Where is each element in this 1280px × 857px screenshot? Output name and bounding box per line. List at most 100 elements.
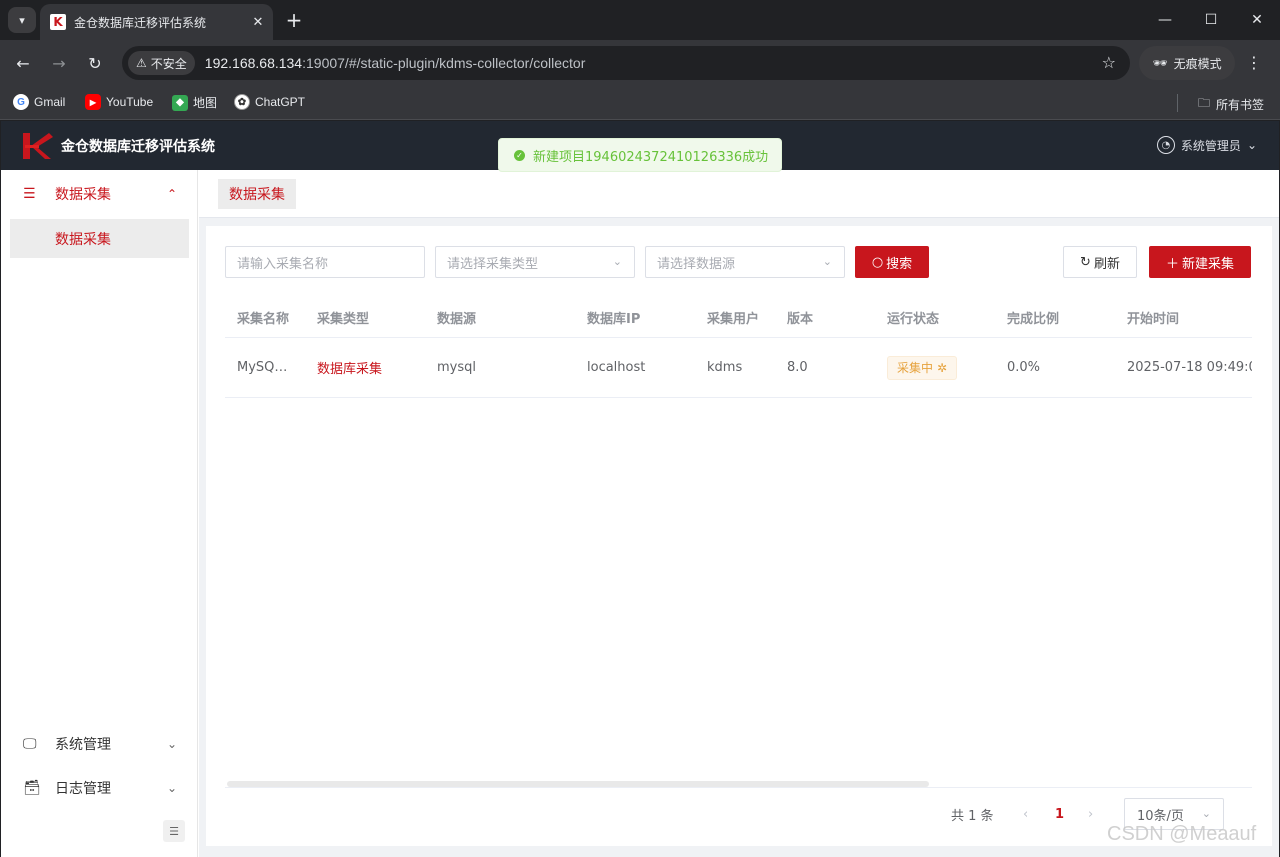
table-header: 采集名称 采集类型 数据源 数据库IP 采集用户 版本 运行状态 完成比例 开始… (225, 298, 1252, 338)
user-menu[interactable]: ◔ 系统管理员 ⌄ (1156, 136, 1257, 154)
chevron-up-icon: ⌃ (166, 187, 177, 201)
archive-icon: 🗃 (23, 780, 41, 796)
maximize-icon[interactable]: ☐ (1188, 0, 1234, 40)
new-tab-icon[interactable]: + (282, 8, 306, 32)
refresh-icon: ↻ (1080, 254, 1091, 270)
incognito-icon: 🕶 (1152, 56, 1168, 70)
browser-menu-icon[interactable]: ⋮ (1246, 53, 1262, 72)
bookmark-youtube[interactable]: ▶ YouTube (85, 94, 153, 110)
search-button[interactable]: ○ 搜索 (855, 246, 929, 278)
chevron-down-icon: ⌄ (612, 255, 622, 268)
tab-close-icon[interactable]: ✕ (247, 11, 269, 33)
all-bookmarks-label: 所有书签 (1215, 98, 1264, 112)
insecure-label: 不安全 (150, 56, 187, 71)
select-placeholder: 请选择数据源 (657, 256, 736, 272)
bookmark-maps[interactable]: ◆ 地图 (172, 94, 217, 111)
tab-search-dropdown-icon[interactable]: ▾ (8, 7, 36, 33)
bookmark-chatgpt[interactable]: ✿ ChatGPT (234, 94, 305, 110)
cell-name: MySQ… (237, 360, 288, 375)
search-button-label: 搜索 (886, 256, 913, 272)
bookmark-gmail[interactable]: G Gmail (13, 94, 65, 110)
browser-toolbar: ← → ↻ ⚠ 不安全 192.168.68.134:19007/#/stati… (0, 40, 1280, 86)
main-content: 数据采集 请输入采集名称 请选择采集类型 ⌄ 请选择数据源 ⌄ ○ 搜索 ↻ 刷… (199, 170, 1279, 857)
collection-card: 请输入采集名称 请选择采集类型 ⌄ 请选择数据源 ⌄ ○ 搜索 ↻ 刷新 ＋ 新… (206, 226, 1272, 846)
minimize-icon[interactable]: — (1142, 0, 1188, 40)
pagination-page-1[interactable]: 1 (1055, 798, 1064, 830)
address-bar[interactable]: ⚠ 不安全 192.168.68.134:19007/#/static-plug… (122, 46, 1130, 80)
pagination-total: 共 1 条 (951, 808, 994, 824)
tags-view: 数据采集 (199, 170, 1279, 218)
tag-data-collection[interactable]: 数据采集 (218, 179, 296, 209)
reload-icon[interactable]: ↻ (81, 49, 109, 77)
new-collection-button[interactable]: ＋ 新建采集 (1149, 246, 1251, 278)
kingbase-logo-icon (23, 133, 53, 159)
sidebar-group-logs[interactable]: 🗃 日志管理 ⌄ (1, 764, 197, 812)
collapse-sidebar-icon[interactable]: ☰ (163, 820, 185, 842)
window-close-icon[interactable]: ✕ (1234, 0, 1280, 40)
security-chip[interactable]: ⚠ 不安全 (128, 51, 195, 75)
plus-icon: ＋ (1165, 256, 1179, 272)
table-row[interactable]: MySQ… 数据库采集 mysql localhost kdms 8.0 采集中… (225, 338, 1252, 398)
refresh-button[interactable]: ↻ 刷新 (1063, 246, 1137, 278)
incognito-label: 无痕模式 (1173, 56, 1222, 71)
page-size-value: 10条/页 (1137, 808, 1184, 824)
bookmarks-bar: G Gmail ▶ YouTube ◆ 地图 ✿ ChatGPT 🗀 所有书签 (0, 86, 1280, 120)
search-icon: ○ (871, 254, 884, 270)
chevron-down-icon: ⌄ (1201, 807, 1211, 820)
url-host: 192.168.68.134 (204, 55, 303, 71)
cell-version: 8.0 (787, 360, 808, 375)
bookmark-label: YouTube (106, 95, 154, 109)
collection-table: 采集名称 采集类型 数据源 数据库IP 采集用户 版本 运行状态 完成比例 开始… (225, 298, 1252, 398)
all-bookmarks[interactable]: 🗀 所有书签 (1198, 94, 1264, 115)
gmail-icon: G (13, 94, 29, 110)
cell-user: kdms (707, 360, 743, 375)
bookmark-star-icon[interactable]: ☆ (1102, 53, 1116, 72)
back-icon[interactable]: ← (9, 49, 37, 77)
sidebar-group-system[interactable]: 🖵 系统管理 ⌄ (1, 720, 197, 768)
refresh-button-label: 刷新 (1093, 256, 1120, 272)
sidebar-group-data-collection[interactable]: ☰ 数据采集 ⌃ (1, 170, 197, 218)
chatgpt-icon: ✿ (234, 94, 250, 110)
success-toast: ✓ 新建项目1946024372410126336成功 (498, 138, 782, 172)
header-user: 采集用户 (707, 312, 760, 327)
sidebar-item-data-collection[interactable]: 数据采集 (10, 219, 189, 258)
browser-tabstrip: ▾ K 金仓数据库迁移评估系统 ✕ + — ☐ ✕ (0, 0, 1280, 40)
user-avatar-icon: ◔ (1156, 136, 1175, 154)
new-collection-button-label: 新建采集 (1182, 256, 1235, 272)
next-page-icon[interactable]: › (1088, 798, 1093, 830)
collection-name-input[interactable]: 请输入采集名称 (225, 246, 425, 278)
cell-status: 采集中 ✲ (875, 338, 995, 397)
table-bottom-divider (225, 787, 1252, 788)
cell-type-link[interactable]: 数据库采集 (305, 338, 425, 397)
prev-page-icon[interactable]: ‹ (1023, 798, 1028, 830)
forward-icon[interactable]: → (45, 49, 73, 77)
header-progress: 完成比例 (1007, 312, 1060, 327)
csdn-watermark: CSDN @Meaauf (1107, 823, 1257, 845)
url-path: :19007/#/static-plugin/kdms-collector/co… (302, 55, 586, 71)
header-ip: 数据库IP (587, 312, 641, 327)
chevron-down-icon: ⌄ (822, 255, 832, 268)
collection-type-select[interactable]: 请选择采集类型 ⌄ (435, 246, 635, 278)
header-start-time: 开始时间 (1127, 312, 1180, 327)
browser-tab[interactable]: K 金仓数据库迁移评估系统 ✕ (40, 4, 273, 40)
window-controls: — ☐ ✕ (1142, 0, 1280, 40)
cell-progress: 0.0% (1007, 360, 1041, 375)
cell-ip: localhost (587, 360, 646, 375)
app-title: 金仓数据库迁移评估系统 (61, 139, 215, 155)
sidebar: ☰ 数据采集 ⌃ 数据采集 🖵 系统管理 ⌄ 🗃 日志管理 ⌄ ☰ (1, 170, 198, 857)
header-name: 采集名称 (237, 312, 290, 327)
bookmark-label: 地图 (193, 96, 218, 110)
folder-icon: 🗀 (1197, 96, 1210, 110)
youtube-icon: ▶ (85, 94, 101, 110)
incognito-chip[interactable]: 🕶 无痕模式 (1139, 46, 1235, 80)
app-favicon-icon: K (50, 14, 66, 30)
app-root: 金仓数据库迁移评估系统 ◔ 系统管理员 ⌄ ☰ 数据采集 ⌃ 数据采集 🖵 系统… (1, 121, 1279, 857)
chevron-down-icon: ⌄ (166, 737, 177, 751)
data-source-select[interactable]: 请选择数据源 ⌄ (645, 246, 845, 278)
url-text: 192.168.68.134:19007/#/static-plugin/kdm… (205, 55, 586, 71)
sidebar-group-label: 数据采集 (55, 187, 111, 203)
warning-icon: ⚠ (136, 56, 147, 70)
status-text: 采集中 (897, 361, 934, 375)
success-check-icon: ✓ (514, 149, 525, 161)
header-status: 运行状态 (887, 312, 940, 327)
